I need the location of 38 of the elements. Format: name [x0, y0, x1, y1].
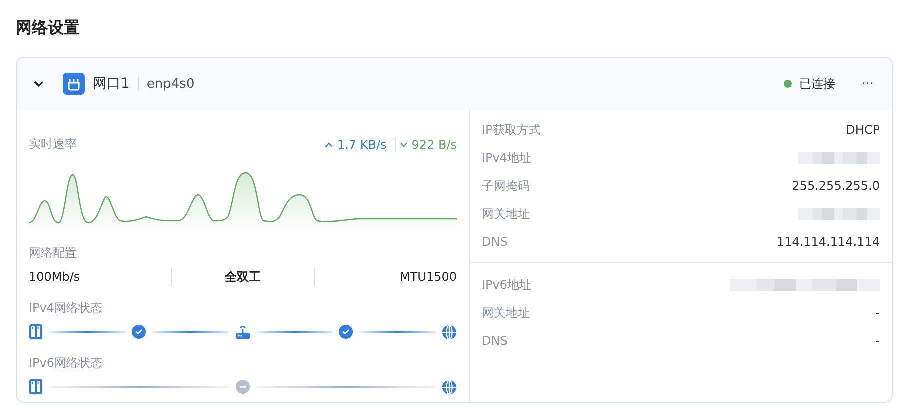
- field-label: 子网掩码: [482, 178, 530, 194]
- field-label: DNS: [482, 235, 508, 249]
- router-icon: [234, 324, 250, 340]
- status-label: IPv6网络状态: [29, 355, 104, 372]
- globe-icon: [442, 324, 457, 340]
- up-caret-icon: [325, 142, 334, 148]
- config-label: 网络配置: [29, 245, 78, 262]
- more-button[interactable]: ···: [858, 76, 878, 92]
- upload-speed: 1.7 KB/s: [337, 138, 387, 152]
- field-value: 255.255.255.0: [792, 179, 880, 193]
- config-value: MTU1500: [398, 270, 457, 284]
- field-value: -: [876, 306, 880, 320]
- connection-status: 已连接: [800, 76, 836, 92]
- field-label: IPv4地址: [482, 150, 532, 166]
- check-icon: [339, 325, 354, 339]
- field-value: DHCP: [846, 123, 880, 137]
- field-value: 114.114.114.114: [776, 235, 880, 249]
- field-label: IP获取方式: [482, 122, 541, 138]
- field-label: IPv6地址: [482, 276, 532, 294]
- globe-icon: [442, 380, 457, 394]
- field-label: 网关地址: [482, 304, 530, 322]
- field-label: 网关地址: [482, 206, 530, 222]
- config-value: 全双工: [224, 268, 262, 286]
- page-title: 网络设置: [16, 17, 81, 39]
- server-icon: [29, 324, 43, 340]
- config-value: 100Mb/s: [29, 270, 82, 284]
- down-caret-icon: [400, 142, 408, 148]
- download-speed: 922 B/s: [412, 138, 457, 152]
- speed-label: 实时速率: [29, 136, 77, 153]
- field-label: DNS: [482, 334, 508, 348]
- interface-name: 网口1: [93, 75, 130, 93]
- ethernet-port-icon: [63, 73, 85, 95]
- field-value: -: [876, 334, 880, 348]
- device-name: enp4s0: [146, 76, 195, 92]
- check-icon: [132, 325, 146, 339]
- pending-icon: [236, 380, 250, 394]
- status-label: IPv4网络状态: [29, 300, 104, 317]
- server-icon: [29, 379, 43, 395]
